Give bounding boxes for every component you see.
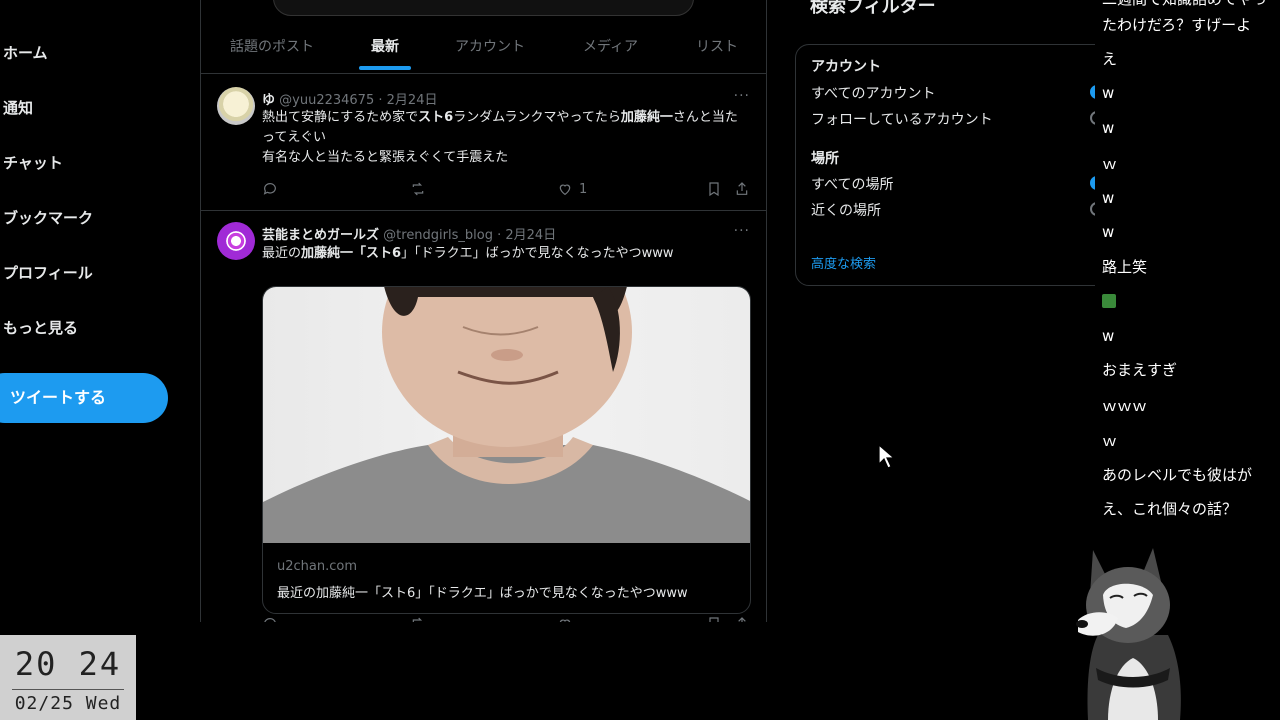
post-date[interactable]: 2月24日 [505,228,556,243]
text-highlight: スト6 [366,246,402,261]
tab-media[interactable]: メディア [583,36,638,56]
chat-message: え、これ個々の話？ [1102,500,1238,518]
card-title[interactable]: 最近の加藤純一「スト6」「ドラクエ」ばっかで見なくなったやつwww [277,582,688,601]
active-tab-indicator [359,66,411,70]
filter-all-locations[interactable]: すべての場所 [811,174,893,194]
post-actions [262,616,752,622]
chat-message: 路上笑 [1102,258,1148,276]
post-text: 最近の加藤純一「スト6」「ドラクエ」ばっかで見なくなったやつwww [262,244,742,264]
search-input[interactable] [273,0,694,16]
nav-bookmarks[interactable]: ブックマーク [3,207,93,228]
more-icon[interactable]: ··· [734,223,750,239]
filter-account-heading: アカウント [811,59,881,75]
text-segment: 」「ドラクエ」ばっかで見なくなったやつwww [401,246,674,261]
text-segment: 有名な人と当たると緊張えぐくて手震えた [262,150,509,165]
filter-near-locations[interactable]: 近くの場所 [811,200,881,220]
reply-icon[interactable] [262,181,278,197]
avatar[interactable] [217,87,255,125]
card-image [263,287,750,543]
chat-message: 二週間で知識詰めてやっ [1102,0,1267,9]
post-header: 芸能まとめガールズ @trendgirls_blog · 2月24日 [262,224,556,243]
like-button[interactable]: 1 [557,181,587,197]
left-navigation: ホーム 通知 チャット ブックマーク プロフィール もっと見る ツイートする [0,0,200,630]
search-timeline: 話題のポスト 最新 アカウント メディア リスト ゆ @yuu2234675 ·… [200,0,767,622]
retweet-icon[interactable] [410,616,426,622]
tab-lists[interactable]: リスト [696,36,738,56]
heart-icon [559,184,571,196]
chat-message: w [1102,189,1115,207]
reply-icon[interactable] [262,616,278,622]
author-handle[interactable]: @trendgirls_blog [383,228,493,243]
chat-message: ｗ [1102,432,1118,450]
nav-more[interactable]: もっと見る [3,317,78,338]
heart-icon[interactable] [557,616,573,622]
filter-all-accounts[interactable]: すべてのアカウント [811,83,935,103]
chat-message: おまえすぎ [1102,361,1178,379]
author-name[interactable]: 芸能まとめガールズ [262,228,379,243]
post-2[interactable]: 芸能まとめガールズ @trendgirls_blog · 2月24日 ··· 最… [201,211,766,622]
text-highlight: 加藤純一 [301,246,354,261]
text-segment: 熱出て安静にするため家で [262,110,419,125]
search-filter-title: 検索フィルター [810,0,936,17]
chat-overlay: 二週間で知識詰めてやっ たわけだろ？すげーよ え w w ｗ w w 路上笑 w… [1095,0,1280,540]
nav-notifications[interactable]: 通知 [3,97,33,118]
clock-time: 20 24 [14,645,122,683]
mouse-cursor-icon [878,444,896,469]
text-segment: 「 [353,246,367,261]
share-icon[interactable] [734,181,750,197]
more-icon[interactable]: ··· [734,88,750,104]
card-domain[interactable]: u2chan.com [277,559,357,574]
post-text: 熱出て安静にするため家でスト6ランダムランクマやってたら加藤純一さんと当たってえ… [262,108,742,168]
post-1[interactable]: ゆ @yuu2234675 · 2月24日 ··· 熱出て安静にするため家でスト… [201,76,766,211]
tweet-button[interactable]: ツイートする [0,373,168,423]
author-name[interactable]: ゆ [262,93,275,108]
portrait-image [263,287,750,543]
chat-message: あのレベルでも彼はが [1102,466,1253,484]
tab-accounts[interactable]: アカウント [455,36,525,56]
post-date[interactable]: 2月24日 [387,93,438,108]
chat-message: w [1102,119,1115,137]
link-card[interactable]: u2chan.com 最近の加藤純一「スト6」「ドラクエ」ばっかで見なくなったや… [262,286,751,614]
bookmark-icon[interactable] [706,616,722,622]
chat-message: ｗ [1102,155,1118,173]
search-filter-panel: アカウント すべてのアカウント フォローしているアカウント 場所 すべての場所 … [795,44,1115,286]
clock-divider [12,689,124,690]
filter-following-accounts[interactable]: フォローしているアカウント [811,109,993,129]
retweet-icon[interactable] [410,181,426,197]
dot-separator: · [497,228,502,243]
text-highlight: スト6 [418,110,454,125]
author-handle[interactable]: @yuu2234675 [279,93,374,108]
text-segment: 最近の [262,246,302,261]
like-count: 1 [579,181,588,197]
nav-profile[interactable]: プロフィール [3,262,93,283]
bookmark-icon[interactable] [706,181,722,197]
search-tabs: 話題のポスト 最新 アカウント メディア リスト [201,22,766,74]
clock-date: 02/25 Wed [14,693,122,714]
share-icon[interactable] [734,616,750,622]
chat-message: たわけだろ？すげーよ [1102,16,1252,34]
tab-top[interactable]: 話題のポスト [230,36,314,56]
nav-home[interactable]: ホーム [3,42,48,63]
text-highlight: 加藤純一 [620,110,673,125]
chat-message: w [1102,327,1115,345]
dot-separator: · [378,93,383,108]
tab-latest[interactable]: 最新 [371,36,399,56]
chat-message: ｗｗｗ [1102,397,1148,415]
avatar[interactable] [217,222,255,260]
clock-widget: 20 24 02/25 Wed [0,635,136,720]
chat-message: w [1102,223,1115,241]
chat-message: え [1102,50,1118,68]
advanced-search-link[interactable]: 高度な検索 [811,253,876,272]
nav-chat[interactable]: チャット [3,152,63,173]
husky-avatar-image [1076,548,1181,720]
filter-location-heading: 場所 [811,151,839,167]
post-actions: 1 [262,181,752,201]
text-segment: ランダムランクマやってたら [453,110,621,125]
post-header: ゆ @yuu2234675 · 2月24日 [262,89,437,108]
emoji-icon [1102,294,1116,308]
chat-message: w [1102,84,1115,102]
